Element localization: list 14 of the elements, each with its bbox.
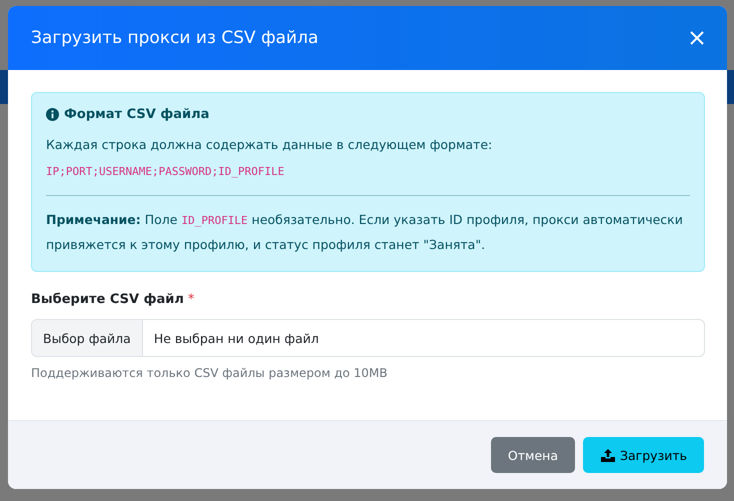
cancel-button[interactable]: Отмена bbox=[490, 437, 575, 473]
format-code: IP;PORT;USERNAME;PASSWORD;ID_PROFILE bbox=[46, 165, 286, 178]
alert-heading: Формат CSV файла bbox=[64, 107, 210, 122]
help-text: Поддерживаются только CSV файлы размером до 10MB bbox=[31, 366, 389, 380]
field-label: Выберите CSV файл bbox=[31, 292, 184, 307]
upload-button[interactable]: Загрузить bbox=[583, 437, 704, 473]
alert-text: Каждая строка должна содержать данные в следующем формате: bbox=[46, 136, 494, 154]
file-input[interactable]: Выбор файла Не выбран ни один файл bbox=[31, 319, 705, 357]
required-mark: * bbox=[188, 292, 194, 307]
info-icon bbox=[46, 108, 59, 121]
upload-icon bbox=[601, 448, 615, 462]
note-text: Примечание: Поле ID_PROFILE необязательно. Если указать ID профиля, прокси автоматически привяжется к этому профилю, и статус профиля станет "Занята". bbox=[46, 211, 684, 254]
modal-title: Загрузить прокси из CSV файла bbox=[31, 28, 318, 48]
close-icon bbox=[689, 30, 705, 46]
